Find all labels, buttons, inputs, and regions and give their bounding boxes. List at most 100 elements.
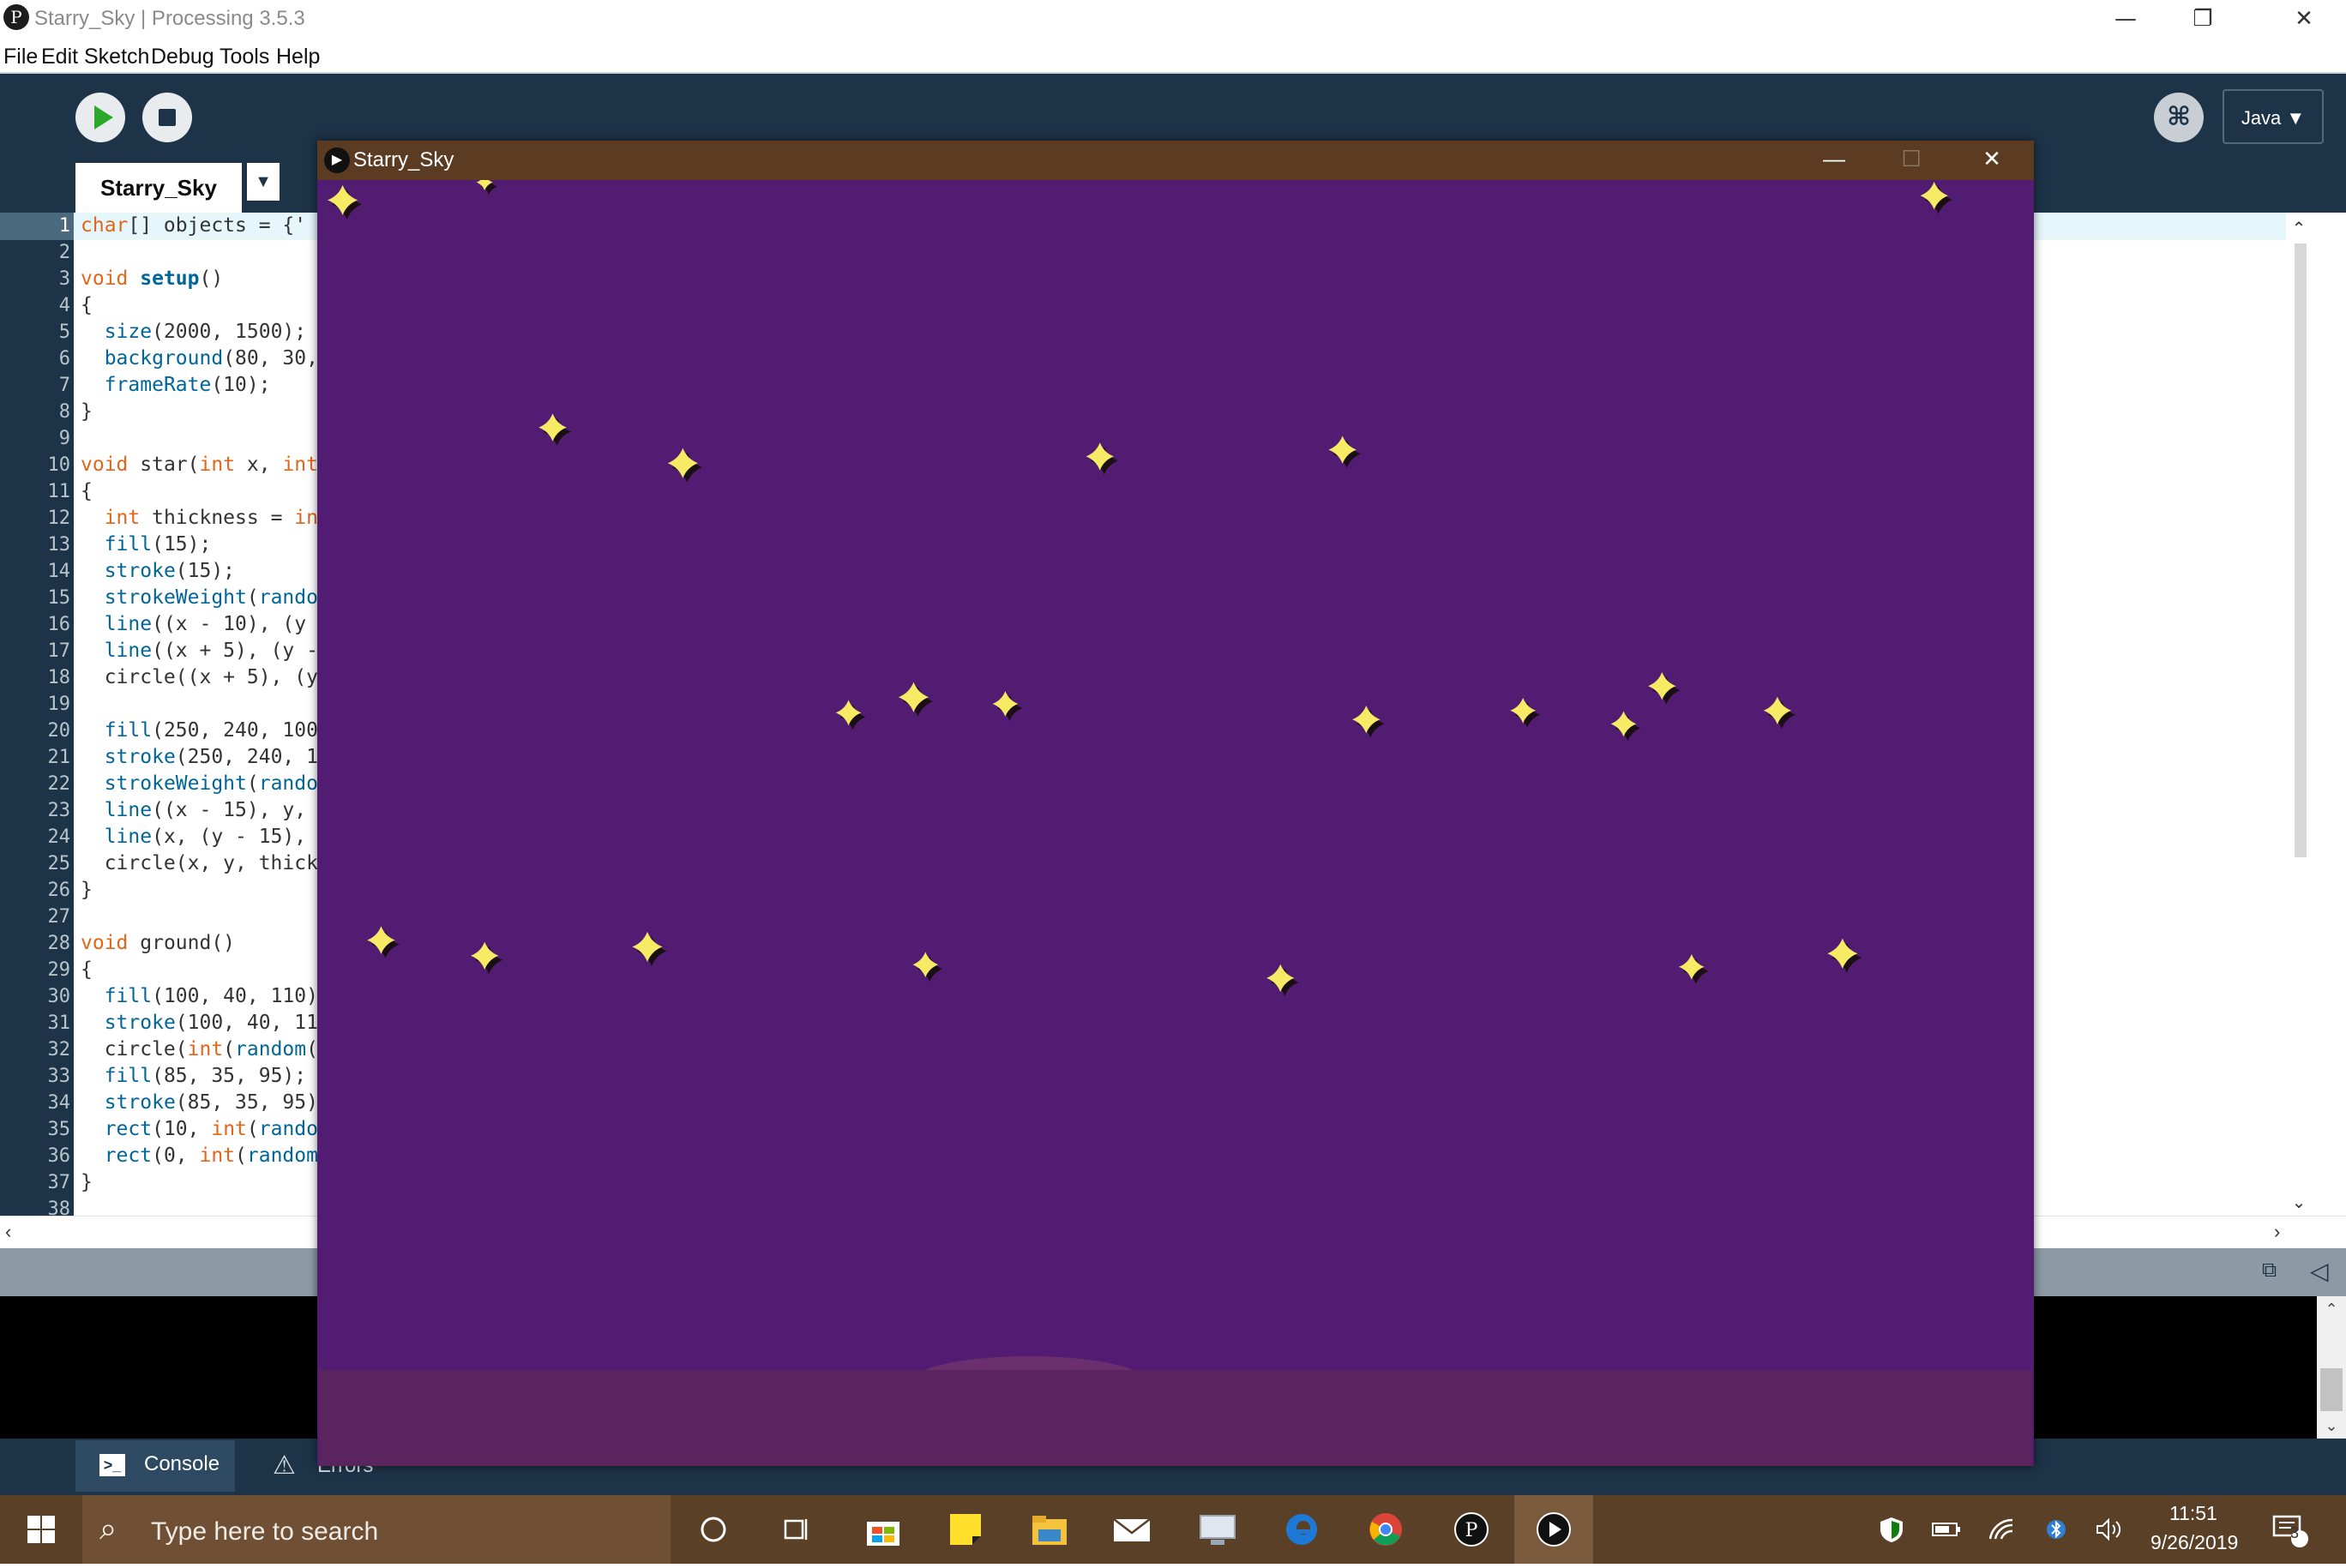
line-number: 19 xyxy=(47,694,71,715)
code-line[interactable]: void star(int x, int xyxy=(81,452,318,478)
collapse-console-icon[interactable]: ◁ xyxy=(2310,1257,2329,1285)
battery-icon[interactable] xyxy=(1929,1495,1964,1564)
code-line[interactable]: { xyxy=(81,957,93,983)
menu-file[interactable]: File xyxy=(3,45,38,69)
code-line[interactable]: { xyxy=(81,292,93,319)
sketch-window-title: Starry_Sky xyxy=(353,148,454,171)
edge-icon[interactable] xyxy=(1262,1495,1341,1564)
code-line[interactable]: strokeWeight(rando xyxy=(81,585,318,611)
clock-date[interactable]: 9/26/2019 xyxy=(2150,1531,2238,1554)
run-button[interactable] xyxy=(75,93,125,142)
code-line[interactable]: void setup() xyxy=(81,266,223,292)
processing-icon[interactable]: P xyxy=(1432,1495,1511,1564)
minimize-button[interactable]: — xyxy=(2087,0,2164,41)
debug-button[interactable]: ⌘ xyxy=(2154,93,2204,142)
security-shield-icon[interactable] xyxy=(1874,1495,1909,1564)
menu-help[interactable]: Help xyxy=(276,45,320,69)
menu-debug[interactable]: Debug xyxy=(151,45,214,69)
close-button[interactable]: ✕ xyxy=(2265,0,2343,41)
code-line[interactable]: stroke(100, 40, 11 xyxy=(81,1010,318,1036)
line-number: 35 xyxy=(47,1119,71,1140)
code-line[interactable]: line((x - 15), y, xyxy=(81,797,306,824)
scroll-down-icon[interactable]: ⌄ xyxy=(2286,1190,2312,1216)
tab-menu-button[interactable]: ▼ xyxy=(247,163,280,201)
code-line[interactable]: fill(100, 40, 110) xyxy=(81,983,318,1010)
chrome-icon[interactable] xyxy=(1346,1495,1425,1564)
code-line[interactable]: fill(250, 240, 100 xyxy=(81,718,318,744)
warning-icon[interactable]: ⚠ xyxy=(273,1451,296,1481)
start-button[interactable] xyxy=(0,1495,82,1564)
code-token: char xyxy=(81,214,129,237)
tab-starry-sky[interactable]: Starry_Sky xyxy=(75,163,242,213)
remote-desktop-icon[interactable] xyxy=(1178,1495,1257,1564)
store-icon[interactable] xyxy=(844,1495,923,1564)
code-line[interactable]: circle((x + 5), (y xyxy=(81,664,318,691)
sticky-notes-icon[interactable] xyxy=(926,1495,1005,1564)
console-scroll-thumb[interactable] xyxy=(2320,1368,2343,1411)
star xyxy=(912,952,943,982)
sketch-titlebar[interactable] xyxy=(317,141,2034,180)
code-line[interactable]: { xyxy=(81,478,93,505)
code-line[interactable]: int thickness = in xyxy=(81,505,318,532)
code-line[interactable]: line(x, (y - 15), xyxy=(81,824,306,850)
console-scroll-up-icon[interactable]: ⌃ xyxy=(2317,1296,2346,1322)
code-token: } xyxy=(81,400,93,423)
clock-time[interactable]: 11:51 xyxy=(2169,1502,2217,1525)
editor-scroll-thumb[interactable] xyxy=(2295,243,2307,857)
code-line[interactable]: rect(0, int(random xyxy=(81,1143,318,1169)
code-token: line xyxy=(104,640,153,662)
star xyxy=(328,184,363,219)
menu-sketch[interactable]: Sketch xyxy=(84,45,149,69)
code-line[interactable]: line((x + 5), (y - xyxy=(81,638,318,664)
code-line[interactable]: stroke(85, 35, 95) xyxy=(81,1090,318,1116)
line-number: 18 xyxy=(47,667,71,688)
code-token: stroke xyxy=(104,1091,176,1114)
code-line[interactable]: fill(85, 35, 95); xyxy=(81,1063,306,1090)
code-line[interactable]: circle(int(random( xyxy=(81,1036,318,1063)
scroll-right-icon[interactable]: › xyxy=(2274,1221,2280,1243)
code-line[interactable]: fill(15); xyxy=(81,532,212,558)
console-scroll-down-icon[interactable]: ⌄ xyxy=(2317,1413,2346,1439)
stop-button[interactable] xyxy=(142,93,192,142)
code-line[interactable]: stroke(250, 240, 1 xyxy=(81,744,318,771)
sketch-close-button[interactable]: ✕ xyxy=(1953,141,2030,180)
line-number: 4 xyxy=(58,295,70,316)
code-line[interactable]: size(2000, 1500); xyxy=(81,319,306,345)
code-line[interactable]: rect(10, int(rando xyxy=(81,1116,318,1143)
code-line[interactable]: line((x - 10), (y xyxy=(81,611,306,638)
volume-icon[interactable] xyxy=(2092,1495,2126,1564)
code-line[interactable]: void ground() xyxy=(81,930,235,957)
code-line[interactable]: } xyxy=(81,399,93,425)
code-line[interactable]: strokeWeight(rando xyxy=(81,771,318,797)
line-number: 31 xyxy=(47,1012,71,1034)
code-token: (15); xyxy=(152,533,212,556)
wifi-icon[interactable] xyxy=(1984,1495,2018,1564)
code-line[interactable]: circle(x, y, thick xyxy=(81,850,318,877)
scroll-left-icon[interactable]: ‹ xyxy=(5,1221,11,1243)
code-token: { xyxy=(81,294,93,316)
restore-button[interactable]: ❐ xyxy=(2164,0,2241,41)
scroll-up-icon[interactable]: ⌃ xyxy=(2286,216,2312,242)
code-line[interactable]: stroke(15); xyxy=(81,558,235,585)
menu-tools[interactable]: Tools xyxy=(220,45,269,69)
code-line[interactable]: } xyxy=(81,1169,93,1196)
sketch-running-icon[interactable] xyxy=(1514,1495,1593,1564)
mail-icon[interactable] xyxy=(1092,1495,1171,1564)
code-token: void xyxy=(81,267,141,290)
menu-edit[interactable]: Edit xyxy=(41,45,78,69)
task-view-icon[interactable] xyxy=(756,1495,835,1564)
sketch-minimize-button[interactable]: — xyxy=(1796,141,1873,180)
code-line[interactable]: background(80, 30, xyxy=(81,345,318,372)
copy-icon[interactable]: ⧉ xyxy=(2262,1259,2284,1283)
sketch-canvas[interactable] xyxy=(319,180,2032,1466)
mode-select[interactable]: Java ▼ xyxy=(2223,89,2324,144)
cortana-icon[interactable] xyxy=(674,1495,753,1564)
code-line[interactable]: char[] objects = {' xyxy=(81,213,306,239)
code-token: stroke xyxy=(104,560,176,582)
svg-text:P: P xyxy=(1465,1520,1478,1541)
code-line[interactable]: frameRate(10); xyxy=(81,372,271,399)
file-explorer-icon[interactable] xyxy=(1010,1495,1089,1564)
bluetooth-icon[interactable] xyxy=(2039,1495,2073,1564)
code-token: void xyxy=(81,454,141,476)
code-line[interactable]: } xyxy=(81,877,93,904)
